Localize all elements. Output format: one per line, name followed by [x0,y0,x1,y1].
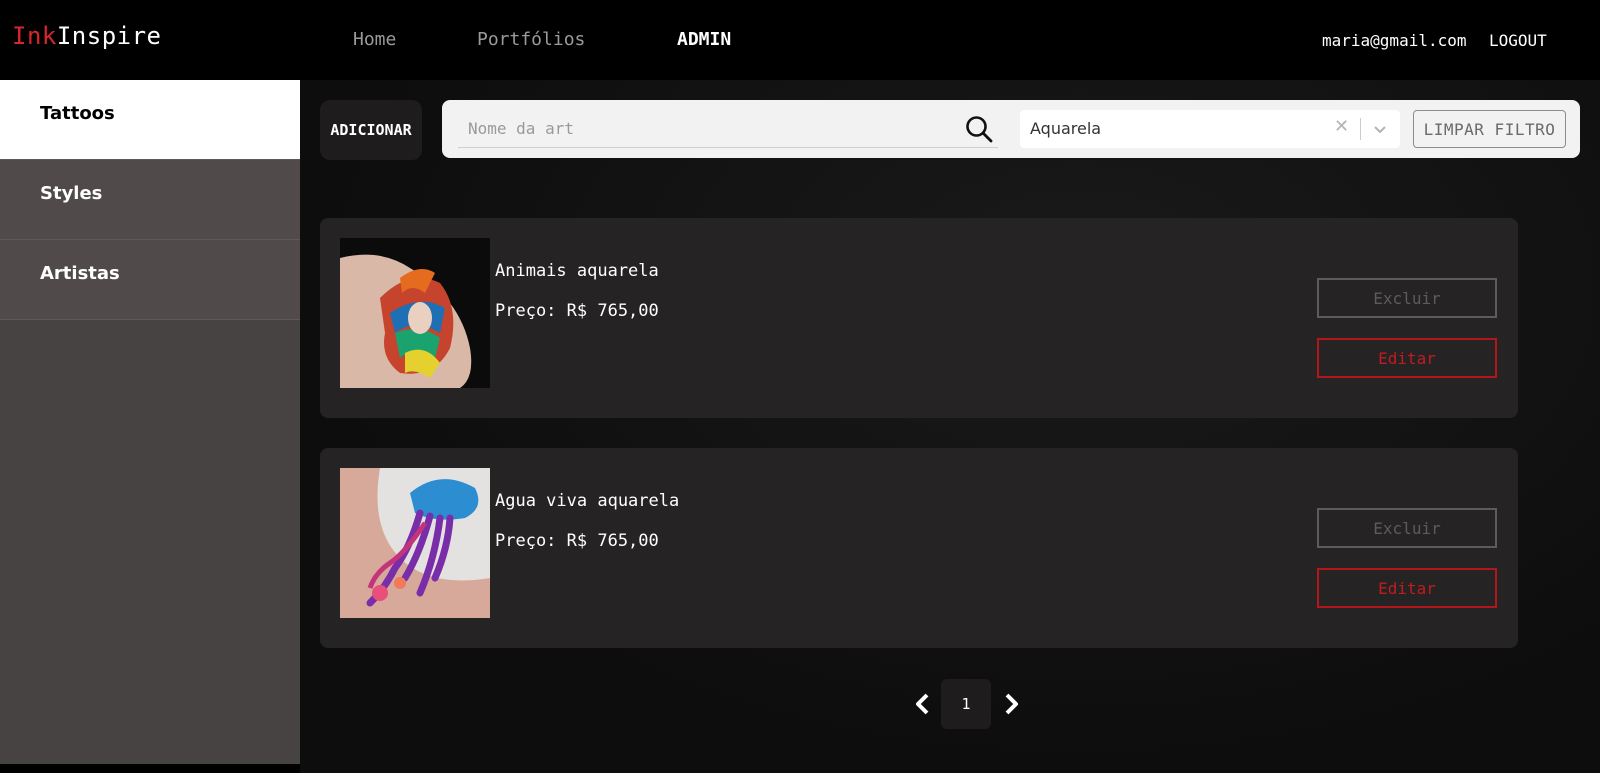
filter-bar: Aquarela ✕ LIMPAR FILTRO [442,100,1580,158]
top-navbar: InkInspire Home Portfólios ADMIN maria@g… [0,0,1600,80]
sidebar-item-artistas[interactable]: Artistas [0,240,300,320]
tattoo-card: Agua viva aquarela Preço: R$ 765,00 Excl… [320,448,1518,648]
tattoo-card: Animais aquarela Preço: R$ 765,00 Exclui… [320,218,1518,418]
main-content: ADICIONAR Aquarela ✕ LIMPAR FILTRO [300,80,1600,773]
sidebar-item-tattoos[interactable]: Tattoos [0,80,300,160]
add-button[interactable]: ADICIONAR [320,100,422,160]
sidebar-item-styles[interactable]: Styles [0,160,300,240]
style-filter-value: Aquarela [1030,119,1102,138]
admin-sidebar: Tattoos Styles Artistas [0,80,300,764]
tattoo-image [340,468,490,618]
logout-link[interactable]: LOGOUT [1489,31,1547,50]
clear-filter-button[interactable]: LIMPAR FILTRO [1413,110,1566,148]
tattoo-price: Preço: R$ 765,00 [495,531,659,551]
edit-button[interactable]: Editar [1317,568,1497,608]
delete-button[interactable]: Excluir [1317,278,1497,318]
style-filter-select[interactable]: Aquarela ✕ [1020,110,1400,148]
nav-portfolios-link[interactable]: Portfólios [477,29,585,50]
tattoo-image [340,238,490,388]
search-wrapper [458,110,998,148]
tattoo-name: Agua viva aquarela [495,491,680,511]
nav-admin-link[interactable]: ADMIN [677,29,731,50]
sidebar-item-label: Artistas [40,263,120,284]
delete-button[interactable]: Excluir [1317,508,1497,548]
pagination: 1 [300,678,1600,730]
sidebar-item-label: Tattoos [40,103,115,124]
page-number[interactable]: 1 [941,679,991,729]
clear-selection-icon[interactable]: ✕ [1334,116,1349,137]
chevron-down-icon[interactable] [1370,119,1390,139]
search-icon[interactable] [964,114,994,144]
tattoo-price: Preço: R$ 765,00 [495,301,659,321]
edit-button[interactable]: Editar [1317,338,1497,378]
select-separator [1360,118,1361,140]
tattoo-name: Animais aquarela [495,261,659,281]
user-email: maria@gmail.com [1322,31,1467,50]
sidebar-item-label: Styles [40,183,103,204]
logo-ink: Ink [12,22,57,50]
brand-logo[interactable]: InkInspire [12,22,162,50]
chevron-left-icon[interactable] [912,692,934,716]
search-input[interactable] [468,110,948,146]
chevron-right-icon[interactable] [1000,692,1022,716]
nav-home-link[interactable]: Home [353,29,396,50]
logo-inspire: Inspire [56,22,162,50]
